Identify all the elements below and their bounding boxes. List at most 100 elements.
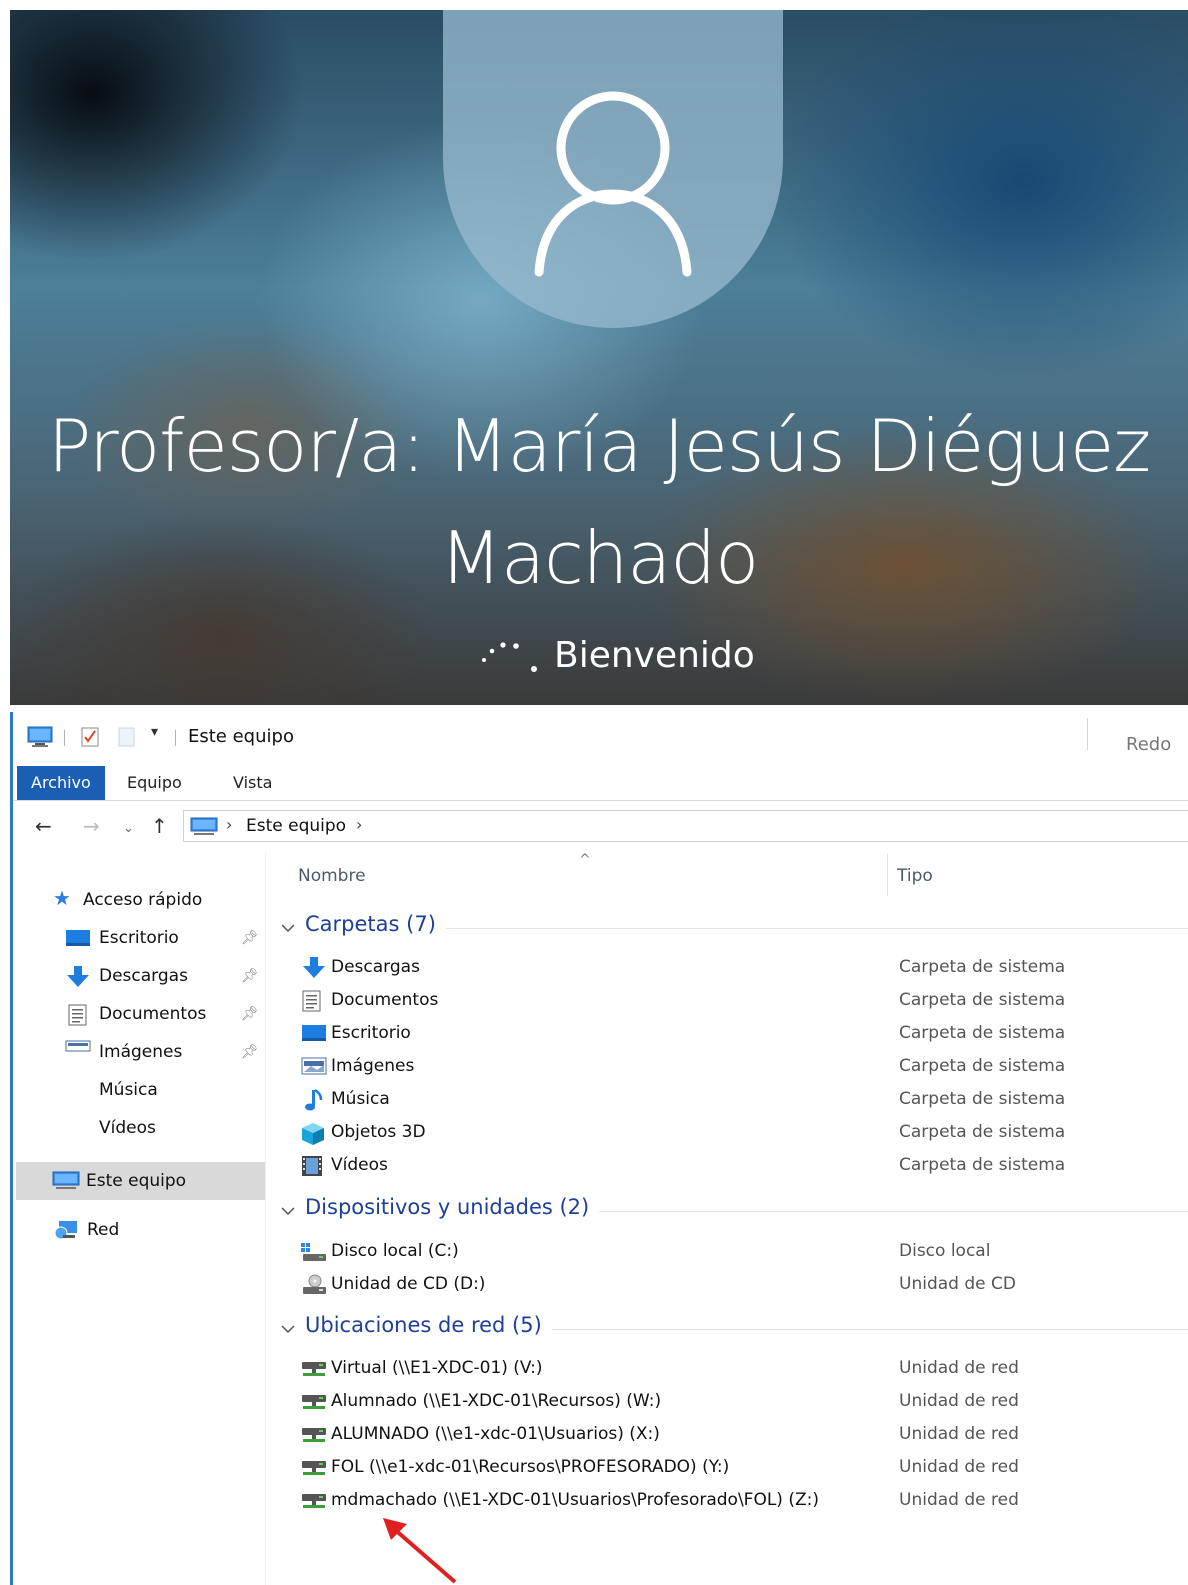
item-name: ALUMNADO (\\e1-xdc-01\Usuarios) (X:)	[331, 1424, 660, 1444]
document-icon	[302, 990, 321, 1012]
tab-equipo[interactable]: Equipo	[113, 766, 196, 800]
column-tipo[interactable]: Tipo	[897, 866, 933, 886]
column-divider[interactable]	[887, 854, 888, 896]
list-item[interactable]: Documentos Carpeta de sistema	[269, 984, 1188, 1017]
item-type: Carpeta de sistema	[899, 957, 1066, 977]
item-type: Carpeta de sistema	[899, 1155, 1066, 1175]
tab-archivo[interactable]: Archivo	[17, 766, 105, 800]
nav-item-escritorio[interactable]: Escritorio 📌︎	[65, 920, 265, 956]
network-drive-icon	[302, 1428, 326, 1442]
list-item[interactable]: Música Carpeta de sistema	[269, 1083, 1188, 1116]
up-icon[interactable]: ↑	[151, 816, 168, 836]
desktop-icon	[66, 930, 90, 946]
video-icon	[302, 1156, 322, 1176]
file-explorer-window: ▾ Este equipo Redo Archivo Equipo Vista …	[10, 712, 1188, 1585]
item-type: Unidad de red	[899, 1424, 1019, 1444]
tab-vista[interactable]: Vista	[219, 766, 286, 800]
item-type: Carpeta de sistema	[899, 1089, 1066, 1109]
user-avatar	[443, 10, 783, 328]
window-title: Este equipo	[188, 726, 294, 747]
item-type: Carpeta de sistema	[899, 990, 1066, 1010]
back-icon[interactable]: ←	[35, 816, 52, 836]
chevron-down-icon[interactable]	[279, 1320, 297, 1338]
images-icon	[301, 1057, 327, 1075]
breadcrumb-este-equipo[interactable]: Este equipo	[246, 816, 346, 836]
item-name: Virtual (\\E1-XDC-01) (V:)	[331, 1358, 543, 1378]
images-icon	[65, 1040, 91, 1052]
chevron-down-icon[interactable]	[279, 919, 297, 937]
item-name: Documentos	[331, 990, 439, 1010]
network-drive-icon	[302, 1461, 326, 1475]
item-name: Alumnado (\\E1-XDC-01\Recursos) (W:)	[331, 1391, 662, 1411]
list-item[interactable]: Vídeos Carpeta de sistema	[269, 1149, 1188, 1182]
local-disk-icon	[301, 1243, 326, 1261]
group-title: Carpetas (7)	[305, 912, 446, 936]
nav-item-este-equipo[interactable]: Este equipo	[16, 1162, 265, 1200]
list-item[interactable]: Descargas Carpeta de sistema	[269, 951, 1188, 984]
item-type: Unidad de red	[899, 1490, 1019, 1510]
properties-icon[interactable]	[79, 726, 101, 748]
recent-locations-icon[interactable]: ⌄	[123, 819, 134, 839]
title-right-label: Redo	[1126, 734, 1172, 755]
list-item[interactable]: Imágenes Carpeta de sistema	[269, 1050, 1188, 1083]
network-icon	[54, 1221, 77, 1240]
item-type: Unidad de red	[899, 1457, 1019, 1477]
title-divider	[1087, 718, 1088, 750]
group-title: Dispositivos y unidades (2)	[305, 1195, 600, 1219]
item-name: Disco local (C:)	[331, 1241, 459, 1261]
list-item[interactable]: Objetos 3D Carpeta de sistema	[269, 1116, 1188, 1149]
computer-icon	[27, 726, 53, 747]
item-name: Descargas	[331, 957, 420, 977]
item-name: Escritorio	[331, 1023, 411, 1043]
column-nombre[interactable]: Nombre	[298, 866, 366, 886]
group-header-ubicaciones-de-red[interactable]: Ubicaciones de red (5)	[279, 1311, 1188, 1347]
new-folder-icon[interactable]	[117, 726, 137, 748]
customize-toolbar-icon[interactable]: ▾	[151, 724, 158, 740]
item-name: Objetos 3D	[331, 1122, 426, 1142]
pin-icon[interactable]: 📌︎	[241, 958, 259, 994]
pin-icon[interactable]: 📌︎	[241, 996, 259, 1032]
list-item[interactable]: Unidad de CD (D:) Unidad de CD	[269, 1268, 1188, 1301]
item-name: Imágenes	[331, 1056, 415, 1076]
computer-icon	[190, 817, 218, 835]
list-item[interactable]: ALUMNADO (\\e1-xdc-01\Usuarios) (X:) Uni…	[269, 1418, 1188, 1451]
welcome-text: Bienvenido	[554, 635, 755, 676]
breadcrumb-chevron-icon[interactable]: ›	[356, 815, 362, 834]
group-header-dispositivos[interactable]: Dispositivos y unidades (2)	[279, 1193, 1188, 1229]
breadcrumb-chevron-icon[interactable]: ›	[226, 815, 232, 834]
list-item[interactable]: Escritorio Carpeta de sistema	[269, 1017, 1188, 1050]
list-item[interactable]: Disco local (C:) Disco local	[269, 1235, 1188, 1268]
item-name: Unidad de CD (D:)	[331, 1274, 486, 1294]
pin-icon[interactable]: 📌︎	[241, 920, 259, 956]
document-icon	[68, 1004, 87, 1026]
content-pane: Nombre ^ Tipo Carpetas (7) Descargas Car…	[269, 852, 1188, 1585]
user-icon	[534, 91, 692, 277]
address-bar[interactable]: › Este equipo ›	[183, 810, 1188, 842]
desktop-icon	[302, 1025, 326, 1041]
toolbar-separator	[175, 730, 176, 746]
nav-item-descargas[interactable]: Descargas 📌︎	[65, 958, 265, 994]
group-title: Ubicaciones de red (5)	[305, 1313, 552, 1337]
nav-item-documentos[interactable]: Documentos 📌︎	[65, 996, 265, 1032]
item-type: Disco local	[899, 1241, 991, 1261]
chevron-down-icon[interactable]	[279, 1202, 297, 1220]
nav-item-imagenes[interactable]: Imágenes 📌︎	[65, 1034, 265, 1070]
music-icon	[305, 1089, 323, 1111]
list-item[interactable]: Alumnado (\\E1-XDC-01\Recursos) (W:) Uni…	[269, 1385, 1188, 1418]
network-drive-icon	[302, 1362, 326, 1376]
annotation-arrow-icon	[383, 1518, 457, 1584]
loading-spinner-icon	[482, 642, 537, 672]
download-icon	[67, 966, 89, 987]
forward-icon[interactable]: →	[83, 816, 100, 836]
item-name: mdmachado (\\E1-XDC-01\Usuarios\Profesor…	[331, 1490, 819, 1510]
cube-icon	[302, 1123, 324, 1145]
title-bar: ▾ Este equipo Redo	[13, 712, 1188, 764]
pin-icon[interactable]: 📌︎	[241, 1034, 259, 1070]
ribbon-tabs: Archivo Equipo Vista	[13, 766, 1188, 801]
list-item[interactable]: FOL (\\e1-xdc-01\Recursos\PROFESORADO) (…	[269, 1451, 1188, 1484]
navigation-bar: ← → ⌄ ↑ › Este equipo ›	[13, 808, 1188, 844]
list-item[interactable]: Virtual (\\E1-XDC-01) (V:) Unidad de red	[269, 1352, 1188, 1385]
group-header-carpetas[interactable]: Carpetas (7)	[279, 910, 1188, 946]
user-display-name: Profesor/a: María Jesús Diéguez Machado	[47, 404, 1151, 600]
network-drive-icon	[302, 1494, 326, 1508]
